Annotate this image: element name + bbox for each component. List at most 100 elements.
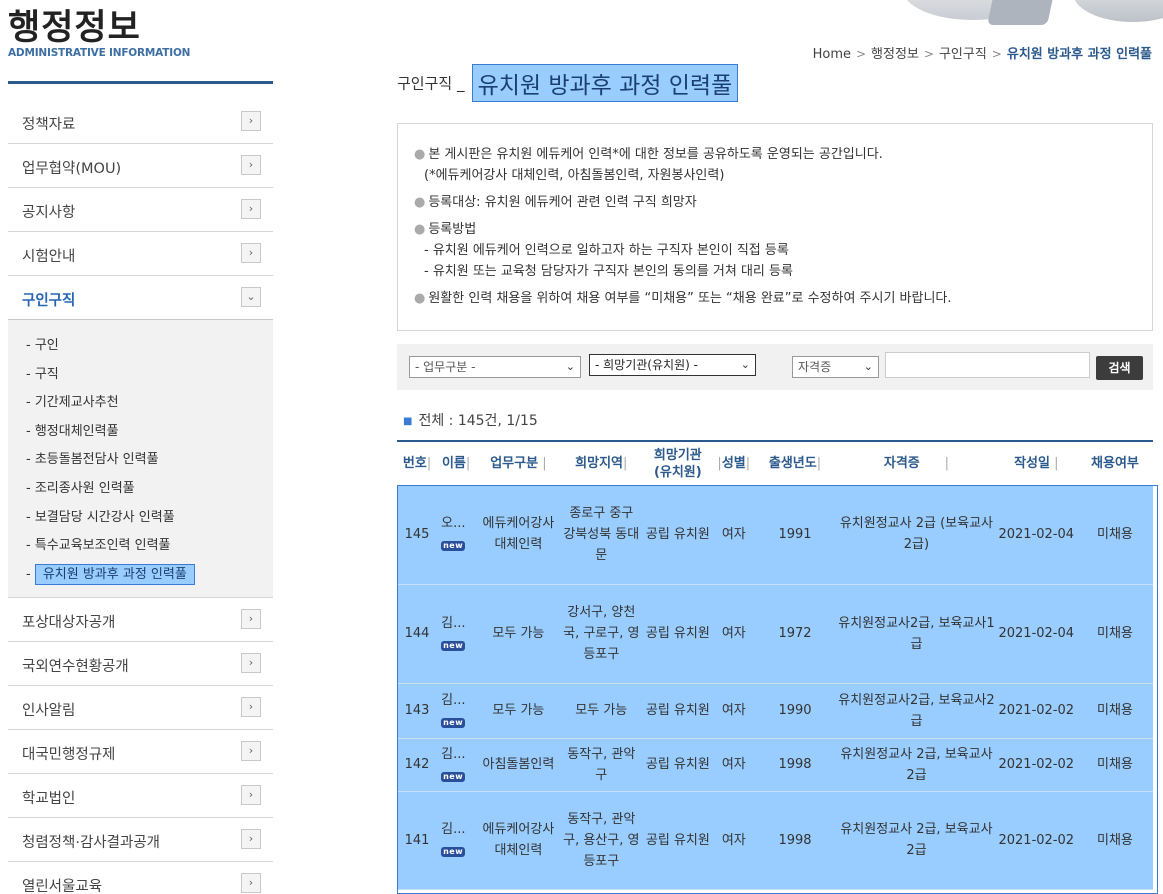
- cell-org: 공립 유치원: [645, 526, 710, 542]
- cell-hired: 미채용: [1097, 832, 1133, 848]
- new-badge-icon: new: [441, 541, 466, 552]
- cell-job: 모두 가능: [492, 626, 545, 641]
- sidebar-item-label: 인사알림: [22, 703, 76, 720]
- page-title-prefix: 구인구직 _: [397, 74, 465, 93]
- table-row[interactable]: 141 김... new 에듀케어강사 대체인력 동작구, 관악구, 용산구, 영…: [397, 791, 1153, 889]
- cell-no: 144: [404, 626, 430, 641]
- bullet-icon: ●: [414, 222, 426, 237]
- header-decoration: [833, 0, 1163, 28]
- cell-org: 공립 유치원: [645, 757, 710, 772]
- cell-name[interactable]: 김... new: [437, 584, 475, 683]
- cell-hired: 미채용: [1097, 526, 1133, 542]
- cell-cert: 유치원정교사 2급, 보육교사 2급: [840, 746, 993, 783]
- sidebar-item-label: 학교법인: [22, 791, 76, 808]
- sidebar-item-mou[interactable]: 업무협약(MOU) ›: [8, 144, 273, 188]
- sidebar-item-overseas[interactable]: 국외연수현황공개 ›: [8, 642, 273, 687]
- submenu-item-special-ed-pool[interactable]: - 특수교육보조인력 인력풀: [8, 532, 273, 561]
- submenu-item-seeking[interactable]: - 구직: [8, 361, 273, 390]
- cell-name[interactable]: 김... new: [437, 791, 475, 889]
- job-type-select[interactable]: - 업무구분 - ⌄: [409, 356, 581, 378]
- sidebar-item-label: 구인구직: [22, 293, 76, 309]
- sidebar-item-recruit[interactable]: 구인구직 ⌄: [8, 276, 273, 320]
- table-row[interactable]: 144 김... new 모두 가능 강서구, 양천국, 구로구, 영등포구 공립…: [397, 584, 1153, 683]
- sidebar-item-school-corp[interactable]: 학교법인 ›: [8, 774, 273, 819]
- submenu-item-admin-substitute[interactable]: - 행정대체인력풀: [8, 418, 273, 447]
- sidebar-item-integrity[interactable]: 청렴정책·감사결과공개 ›: [8, 818, 273, 863]
- cell-job: 에듀케어강사 대체인력: [482, 822, 555, 858]
- cell-date: 2021-02-04: [998, 526, 1075, 542]
- sidebar-item-award[interactable]: 포상대상자공개 ›: [8, 598, 273, 643]
- chevron-down-icon: ⌄: [863, 360, 873, 373]
- cell-year: 1991: [778, 526, 812, 542]
- sidebar-item-regulation[interactable]: 대국민행정규제 ›: [8, 730, 273, 775]
- sidebar-item-label: 국외연수현황공개: [22, 659, 129, 676]
- cell-name[interactable]: 김... new: [437, 738, 475, 791]
- sidebar-item-open-edu[interactable]: 열린서울교육 ›: [8, 862, 273, 894]
- cell-name[interactable]: 김... new: [437, 683, 475, 738]
- org-select[interactable]: - 희망기관(유치원) - ⌄: [589, 354, 756, 376]
- table-row[interactable]: 145 오... new 에듀케어강사 대체인력 종로구 중구 강북성북 동대문 …: [397, 485, 1153, 584]
- col-header-region: 희망지역|: [575, 456, 628, 471]
- submenu-item-hiring[interactable]: - 구인: [8, 332, 273, 361]
- sidebar-item-personnel[interactable]: 인사알림 ›: [8, 686, 273, 731]
- cell-no: 145: [404, 526, 430, 542]
- page-title: 구인구직 _ 유치원 방과후 과정 인력풀: [397, 64, 739, 102]
- cert-select[interactable]: 자격증 ⌄: [792, 356, 879, 378]
- cell-sex: 여자: [721, 626, 746, 641]
- sidebar-item-notice[interactable]: 공지사항 ›: [8, 188, 273, 232]
- cell-region: 동작구, 관악구: [567, 746, 636, 783]
- submenu-item-cook-pool[interactable]: - 조리종사원 인력풀: [8, 475, 273, 504]
- side-menu: 정책자료 › 업무협약(MOU) › 공지사항 › 시험안내 › 구인구직 ⌄ …: [8, 100, 273, 894]
- table-header: 번호| 이름| 업무구분 | 희망지역| 희망기관 (유치원) |성별| 출생년…: [397, 441, 1153, 485]
- cell-date: 2021-02-02: [998, 757, 1075, 772]
- cell-org: 공립 유치원: [645, 703, 710, 718]
- search-input[interactable]: [885, 352, 1090, 378]
- submenu-item-temp-teacher[interactable]: - 기간제교사추천: [8, 389, 273, 418]
- sidebar-item-policy[interactable]: 정책자료 ›: [8, 100, 273, 144]
- cell-sex: 여자: [721, 703, 746, 718]
- sidebar-item-label: 열린서울교육: [22, 879, 103, 894]
- sidebar-item-label: 시험안내: [22, 249, 76, 265]
- notice-line: 본 게시판은 유치원 에듀케어 인력*에 대한 정보를 공유하도록 운영되는 공…: [428, 147, 883, 162]
- sidebar-item-exam[interactable]: 시험안내 ›: [8, 232, 273, 276]
- breadcrumb-level1[interactable]: 행정정보: [871, 47, 919, 62]
- new-badge-icon: new: [441, 717, 466, 728]
- sidebar-item-label: 대국민행정규제: [22, 747, 116, 764]
- cell-date: 2021-02-02: [998, 832, 1075, 848]
- col-header-cert: 자격증 |: [883, 456, 949, 471]
- sidebar-item-label: 포상대상자공개: [22, 615, 116, 632]
- chevron-right-icon: ›: [241, 653, 261, 674]
- cell-job: 모두 가능: [492, 703, 545, 718]
- site-title-en: ADMINISTRATIVE INFORMATION: [8, 47, 191, 59]
- chevron-right-icon: ›: [241, 243, 261, 263]
- chevron-right-icon: ›: [241, 155, 261, 175]
- cell-job: 에듀케어강사 대체인력: [482, 516, 555, 553]
- breadcrumb-home[interactable]: Home: [813, 47, 851, 62]
- chevron-right-icon: ›: [241, 785, 261, 806]
- title-divider: [8, 81, 273, 84]
- cell-name[interactable]: 오... new: [437, 485, 475, 584]
- bullet-icon: ●: [414, 195, 426, 210]
- org-select-value: - 희망기관(유치원) -: [595, 358, 698, 372]
- submenu-item-kindergarten-pool[interactable]: - 유치원 방과후 과정 인력풀: [8, 561, 273, 590]
- breadcrumb-level2[interactable]: 구인구직: [939, 47, 987, 62]
- submenu-item-instructor-pool[interactable]: - 보결담당 시간강사 인력풀: [8, 504, 273, 533]
- col-header-sex: |성별|: [717, 456, 751, 471]
- table-row[interactable]: 143 김... new 모두 가능 모두 가능 공립 유치원 여자 1990 유…: [397, 683, 1153, 738]
- cell-sex: 여자: [721, 526, 746, 542]
- notice-line: 등록대상: 유치원 에듀케어 관련 인력 구직 희망자: [428, 195, 697, 210]
- col-header-no: 번호|: [402, 456, 432, 471]
- cell-no: 141: [404, 832, 430, 848]
- table-row[interactable]: 142 김... new 아침돌봄인력 동작구, 관악구 공립 유치원 여자 19…: [397, 738, 1153, 791]
- site-title-ko: 행정정보: [8, 8, 141, 48]
- notice-line: 원활한 인력 채용을 위하여 채용 여부를 “미채용” 또는 “채용 완료”로 …: [428, 291, 952, 306]
- cell-year: 1972: [778, 626, 812, 641]
- submenu-item-care-pool[interactable]: - 초등돌봄전담사 인력풀: [8, 446, 273, 475]
- search-button[interactable]: 검색: [1096, 356, 1143, 380]
- col-header-date: 작성일 |: [1014, 456, 1059, 471]
- job-type-select-value: - 업무구분 -: [415, 360, 476, 374]
- search-bar: - 업무구분 - ⌄ - 희망기관(유치원) - ⌄ 자격증 ⌄ 검색: [397, 344, 1153, 390]
- cell-org: 공립 유치원: [645, 626, 710, 641]
- chevron-right-icon: ›: [241, 609, 261, 630]
- cell-region: 동작구, 관악구, 용산구, 영등포구: [563, 811, 640, 869]
